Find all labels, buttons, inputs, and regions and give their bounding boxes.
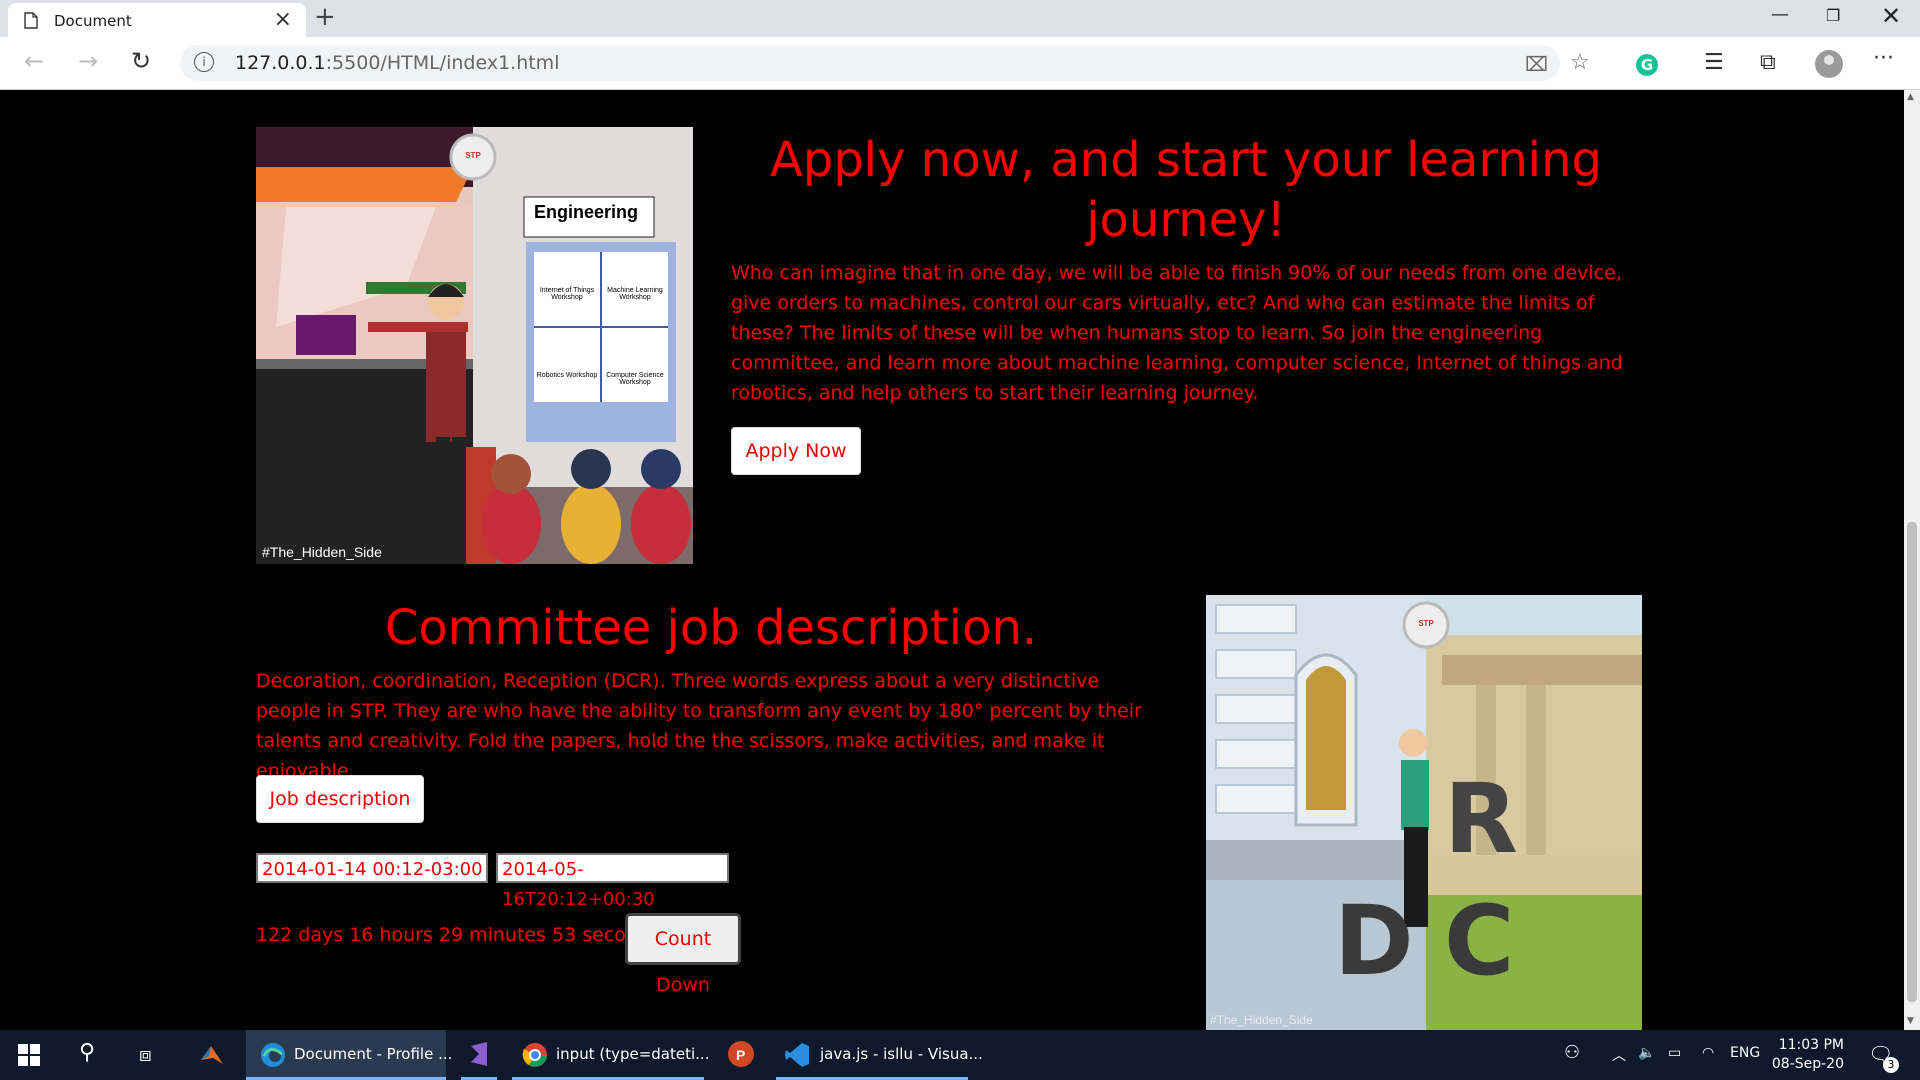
page-scrollbar[interactable]: ▲ ▼ (1904, 90, 1920, 1030)
workshop-label-robotics: Robotics Workshop (536, 372, 598, 379)
profile-avatar[interactable] (1815, 50, 1843, 78)
dcr-illustration: R D C STP #The_Hidden_Side (1206, 595, 1642, 1030)
language-indicator[interactable]: ENG (1730, 1045, 1760, 1061)
scroll-down-icon[interactable]: ▼ (1907, 1016, 1914, 1026)
vscode-icon (785, 1043, 809, 1067)
collections-icon[interactable]: ⧉ (1760, 50, 1776, 75)
engineering-scene-art (256, 127, 693, 564)
restore-icon[interactable]: ❐ (1826, 6, 1840, 25)
people-icon[interactable]: ⚇ (1564, 1042, 1580, 1063)
taskbar-item-label: java.js - isllu - Visua... (820, 1045, 983, 1063)
edge-icon (261, 1043, 285, 1067)
forward-icon[interactable]: → (78, 47, 98, 75)
close-window-icon[interactable]: ✕ (1881, 2, 1901, 30)
svg-text:P: P (736, 1047, 745, 1063)
stp-logo: STP (465, 151, 481, 160)
workshop-label-ml: Machine Learning Workshop (607, 287, 663, 301)
reload-icon[interactable]: ↻ (131, 47, 151, 75)
grammarly-icon[interactable]: G (1636, 54, 1658, 76)
url-text: 127.0.0.1:5500/HTML/index1.html (235, 52, 560, 74)
taskbar-edge-document[interactable]: Document - Profile ... (246, 1030, 452, 1080)
image-watermark: #The_Hidden_Side (262, 544, 382, 560)
minimize-icon[interactable]: — (1771, 4, 1789, 25)
volume-icon[interactable]: 🔈 (1638, 1045, 1655, 1061)
start-button[interactable] (14, 1030, 46, 1080)
taskbar-vscode-java[interactable]: java.js - isllu - Visua... (776, 1030, 983, 1080)
search-icon[interactable]: ⚲ (75, 1030, 105, 1080)
job-description-button[interactable]: Job description (256, 775, 424, 823)
more-menu-icon[interactable]: ··· (1873, 46, 1894, 71)
clock-date: 08-Sep-20 (1771, 1056, 1844, 1072)
engineering-sign: Engineering (533, 202, 638, 222)
chevron-up-icon[interactable]: ︿ (1612, 1045, 1626, 1065)
taskbar-chrome-input[interactable]: input (type=dateti... (512, 1030, 709, 1080)
browser-tab[interactable]: Document × (8, 3, 306, 37)
taskbar-clock[interactable]: 11:03 PM 08-Sep-20 (1758, 1036, 1844, 1074)
scroll-up-icon[interactable]: ▲ (1907, 92, 1914, 102)
address-toolbar: ← → ↻ i 127.0.0.1:5500/HTML/index1.html … (0, 37, 1920, 90)
taskbar-item-label: input (type=dateti... (556, 1045, 710, 1063)
windows-logo-icon (18, 1044, 40, 1066)
battery-icon[interactable]: ▭ (1668, 1045, 1681, 1061)
windows-taskbar: ⚲ ⧈ Document - Profile ... input (type=d… (0, 1030, 1920, 1080)
dcr-letter-c: C (1444, 885, 1515, 997)
count-down-button[interactable]: Count Down (625, 913, 741, 996)
page-icon (24, 12, 38, 29)
favorite-star-icon[interactable]: ☆ (1570, 50, 1590, 75)
apply-heading: Apply now, and start your learning journ… (770, 132, 1602, 248)
countdown-result: 122 days 16 hours 29 minutes 53 seconds (256, 924, 660, 946)
taskbar-item-label: Document - Profile ... (294, 1045, 453, 1063)
dcr-letter-r: R (1444, 763, 1518, 875)
close-tab-icon[interactable]: × (274, 7, 292, 32)
tab-title: Document (54, 12, 132, 30)
new-tab-icon[interactable]: + (314, 2, 336, 32)
committee-heading: Committee job description. (384, 600, 1038, 656)
scroll-thumb[interactable] (1907, 522, 1917, 1002)
end-datetime-input[interactable]: 2014-05-16T20:12+00:30 (496, 853, 729, 910)
image-watermark: #The_Hidden_Side (1210, 1013, 1313, 1027)
favorites-icon[interactable]: ☰ (1704, 50, 1724, 75)
notification-count-badge: 3 (1883, 1057, 1899, 1073)
committee-paragraph: Decoration, coordination, Reception (DCR… (256, 670, 1142, 782)
site-info-icon[interactable]: i (194, 52, 214, 72)
read-aloud-icon[interactable]: ⌧ (1525, 52, 1548, 76)
engineering-illustration: Engineering STP Internet of Things Works… (256, 127, 693, 564)
workshop-label-cs: Computer Science Workshop (606, 372, 664, 386)
task-view-icon[interactable]: ⧈ (135, 1030, 165, 1080)
dcr-letter-d: D (1334, 885, 1414, 997)
dcr-scene-art (1206, 595, 1642, 1030)
visual-studio-icon[interactable] (461, 1030, 497, 1080)
apply-paragraph: Who can imagine that in one day, we will… (731, 262, 1623, 404)
start-datetime-input[interactable]: 2014-01-14 00:12-03:00 (256, 853, 488, 883)
browser-tab-strip: Document × + — ❐ ✕ (0, 0, 1920, 37)
back-icon[interactable]: ← (24, 47, 44, 75)
powerpoint-icon[interactable]: P (723, 1030, 759, 1080)
stp-logo: STP (1418, 619, 1434, 628)
workshop-label-iot: Internet of Things Workshop (539, 287, 595, 301)
address-bar[interactable]: i 127.0.0.1:5500/HTML/index1.html ⌧ ☆ (180, 45, 1590, 81)
wifi-icon[interactable]: ◠ (1702, 1045, 1714, 1061)
chrome-icon (522, 1043, 547, 1067)
clock-time: 11:03 PM (1778, 1037, 1844, 1053)
apply-now-button[interactable]: Apply Now (731, 427, 861, 475)
matlab-icon[interactable] (197, 1030, 227, 1080)
web-page: Engineering STP Internet of Things Works… (0, 90, 1904, 1030)
